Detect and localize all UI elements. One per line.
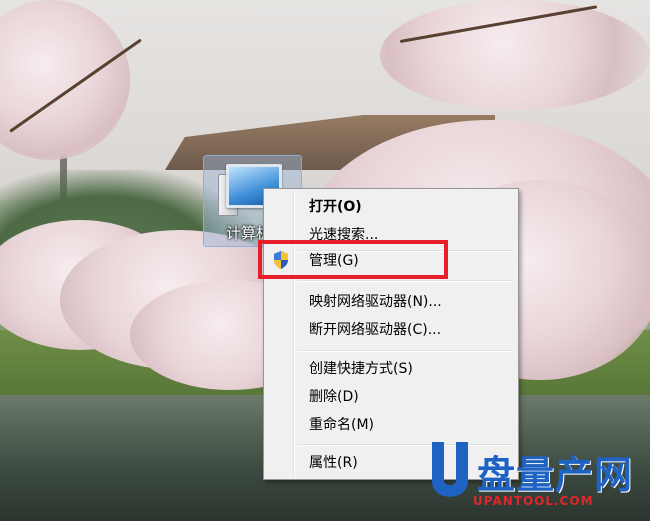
watermark-brand: 盘量产网: [477, 453, 634, 497]
menu-item-label: 断开网络驱动器(C)...: [309, 321, 442, 338]
menu-item-label: 重命名(M): [309, 416, 375, 433]
menu-item-create-shortcut[interactable]: 创建快捷方式(S): [266, 354, 516, 381]
context-menu: 打开(O) 光速搜索... 管理(G) 映射网络驱动器(N)... 断开网络驱动…: [263, 188, 519, 480]
menu-item-disconnect-network-drive[interactable]: 断开网络驱动器(C)...: [266, 315, 516, 342]
watermark: 盘量产网 UPANTOOL.COM: [425, 440, 645, 516]
menu-item-label: 删除(D): [309, 388, 359, 405]
highlight-box: [258, 240, 448, 279]
u-logo-icon: [432, 442, 468, 497]
menu-separator: [297, 280, 514, 282]
menu-item-map-network-drive[interactable]: 映射网络驱动器(N)...: [266, 287, 516, 314]
menu-item-open[interactable]: 打开(O): [266, 192, 516, 219]
menu-item-label: 属性(R): [309, 454, 358, 471]
menu-item-label: 创建快捷方式(S): [309, 360, 413, 377]
desktop: 计算机 打开(O) 光速搜索... 管理(G) 映射网络驱动器(N)... 断开…: [0, 0, 650, 521]
menu-item-label: 映射网络驱动器(N)...: [309, 293, 442, 310]
menu-item-label: 打开(O): [309, 198, 362, 215]
menu-item-delete[interactable]: 删除(D): [266, 382, 516, 409]
menu-separator: [297, 350, 514, 352]
watermark-url: UPANTOOL.COM: [473, 494, 594, 508]
menu-item-rename[interactable]: 重命名(M): [266, 410, 516, 437]
